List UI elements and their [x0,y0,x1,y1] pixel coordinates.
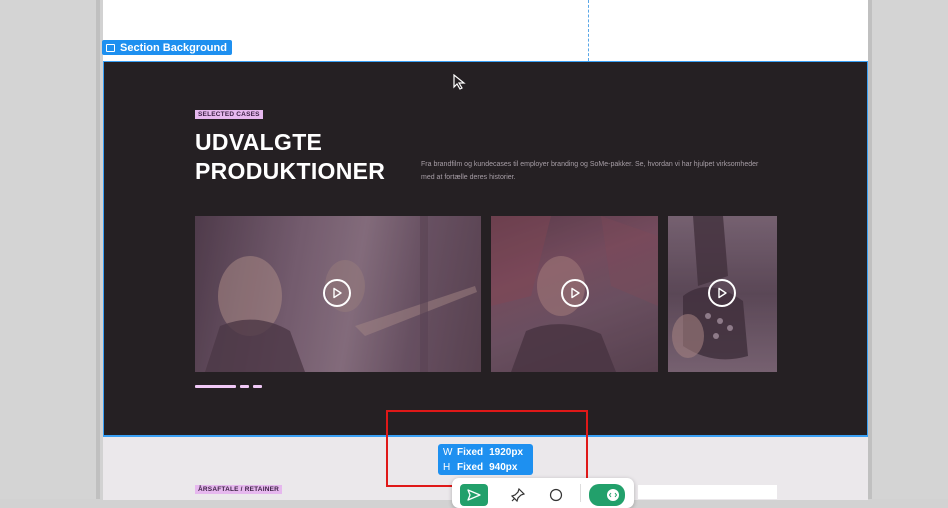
width-label: W [443,447,453,458]
retainer-card-preview [638,485,777,499]
case-card-2[interactable] [491,216,658,372]
width-mode: Fixed [457,447,484,458]
height-value: 940px [489,462,518,473]
heading-line-1: UDVALGTE [195,129,323,155]
dimension-badge[interactable]: W Fixed 1920px H Fixed 940px [438,444,533,475]
cases-intro-text: Fra brandfilm og kundecases til employer… [421,158,781,184]
height-label: H [443,462,451,473]
width-value: 1920px [489,447,524,458]
send-button[interactable] [460,484,488,506]
carousel-pagination [195,385,262,388]
play-icon[interactable] [561,279,589,307]
case-card-1[interactable] [195,216,481,372]
play-icon[interactable] [323,279,351,307]
section-badge-label: Section Background [120,41,227,54]
pagination-dot[interactable] [240,385,249,388]
comment-button[interactable] [542,484,570,506]
comment-icon [549,488,563,502]
pin-icon [511,488,525,502]
heading-line-2: PRODUKTIONER [195,158,386,184]
frame-icon [106,43,115,52]
retainer-tag: ÅRSAFTALE / RETAINER [195,485,283,494]
center-guide-line [588,0,589,61]
height-mode: Fixed [457,462,484,473]
pin-button[interactable] [504,484,532,506]
code-toggle-icon [607,489,619,501]
intro-line-2: med at fortælle deres historier. [421,174,516,181]
intro-line-1: Fra brandfilm og kundecases til employer… [421,161,759,168]
mouse-pointer-icon [453,74,466,90]
play-icon[interactable] [708,279,736,307]
floating-toolbar [452,478,634,508]
canvas-edge-right [868,0,872,499]
canvas-edge-left [96,0,100,499]
width-row: W Fixed 1920px [443,445,528,460]
selected-cases-tag: SELECTED CASES [195,110,263,119]
pagination-dot[interactable] [253,385,262,388]
pagination-dot-active[interactable] [195,385,236,388]
send-icon [467,489,481,501]
toolbar-divider [580,484,581,502]
section-background-badge[interactable]: Section Background [102,40,232,55]
canvas-gutter-left [0,0,96,499]
height-row: H Fixed 940px [443,460,528,475]
code-toggle[interactable] [589,484,625,506]
case-card-3[interactable] [668,216,777,372]
canvas-gutter-right [872,0,948,499]
cases-heading: UDVALGTE PRODUKTIONER [195,128,385,186]
